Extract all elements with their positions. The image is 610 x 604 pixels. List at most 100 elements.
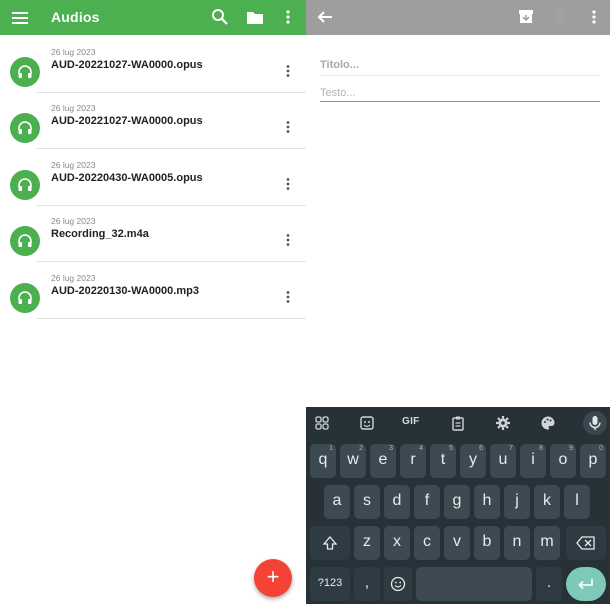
key-l[interactable]: l bbox=[564, 485, 590, 519]
key-label: y bbox=[469, 451, 477, 468]
key-d[interactable]: d bbox=[384, 485, 410, 519]
key-hint: 8 bbox=[539, 445, 543, 452]
key-b[interactable]: b bbox=[474, 526, 500, 560]
audio-date: 26 lug 2023 bbox=[51, 216, 96, 226]
shift-icon bbox=[322, 536, 338, 550]
audio-list-item[interactable]: 26 lug 2023 AUD-20221027-WA0000.opus bbox=[0, 37, 306, 93]
key-label: o bbox=[558, 451, 568, 468]
apps-grid-icon[interactable] bbox=[314, 415, 330, 431]
palette-icon[interactable] bbox=[540, 415, 556, 431]
more-vert-icon[interactable] bbox=[281, 64, 295, 78]
note-body-input[interactable] bbox=[320, 84, 600, 102]
key-g[interactable]: g bbox=[444, 485, 470, 519]
key-a[interactable]: a bbox=[324, 485, 350, 519]
divider bbox=[36, 261, 306, 262]
key-x[interactable]: x bbox=[384, 526, 410, 560]
back-arrow-icon[interactable] bbox=[316, 8, 334, 26]
audio-list-item[interactable]: 26 lug 2023 Recording_32.m4a bbox=[0, 206, 306, 262]
key-label: w bbox=[347, 451, 359, 468]
key-hint: 5 bbox=[449, 445, 453, 452]
mic-icon[interactable] bbox=[583, 411, 607, 435]
audios-pane: Audios 26 lug 2023 AUD-20221027-WA0000.o… bbox=[0, 0, 306, 604]
emoji-key[interactable] bbox=[384, 567, 412, 601]
audio-list-item[interactable]: 26 lug 2023 AUD-20220130-WA0000.mp3 bbox=[0, 263, 306, 319]
shift-key[interactable] bbox=[310, 526, 350, 560]
key-label: r bbox=[410, 451, 416, 468]
key-z[interactable]: z bbox=[354, 526, 380, 560]
key-hint: 4 bbox=[419, 445, 423, 452]
audio-date: 26 lug 2023 bbox=[51, 273, 96, 283]
key-e[interactable]: e3 bbox=[370, 444, 396, 478]
key-f[interactable]: f bbox=[414, 485, 440, 519]
folder-icon[interactable] bbox=[246, 8, 264, 26]
headphones-icon bbox=[10, 170, 40, 200]
audios-app-bar: Audios bbox=[0, 0, 306, 35]
key-label: i bbox=[531, 451, 535, 468]
key-r[interactable]: r4 bbox=[400, 444, 426, 478]
audio-list-item[interactable]: 26 lug 2023 AUD-20220430-WA0005.opus bbox=[0, 150, 306, 206]
more-vert-icon[interactable] bbox=[281, 177, 295, 191]
audio-filename: AUD-20220130-WA0000.mp3 bbox=[51, 285, 199, 297]
editor-app-bar bbox=[306, 0, 610, 35]
headphones-icon bbox=[10, 57, 40, 87]
sticker-icon[interactable] bbox=[359, 415, 375, 431]
space-bar[interactable] bbox=[416, 567, 532, 601]
more-vert-icon[interactable] bbox=[281, 290, 295, 304]
menu-icon[interactable] bbox=[10, 8, 30, 28]
key-m[interactable]: m bbox=[534, 526, 560, 560]
divider bbox=[36, 318, 306, 319]
key-hint: 3 bbox=[389, 445, 393, 452]
key-i[interactable]: i8 bbox=[520, 444, 546, 478]
screen: Audios 26 lug 2023 AUD-20221027-WA0000.o… bbox=[0, 0, 610, 604]
headphones-icon bbox=[10, 113, 40, 143]
key-label: t bbox=[440, 451, 446, 468]
backspace-icon bbox=[576, 536, 595, 550]
more-vert-icon[interactable] bbox=[281, 8, 295, 26]
headphones-icon bbox=[10, 283, 40, 313]
key-hint: 6 bbox=[479, 445, 483, 452]
key-u[interactable]: u7 bbox=[490, 444, 516, 478]
key-j[interactable]: j bbox=[504, 485, 530, 519]
key-hint: 9 bbox=[569, 445, 573, 452]
key-w[interactable]: w2 bbox=[340, 444, 366, 478]
archive-icon[interactable] bbox=[518, 8, 534, 24]
keyboard-toolbar: GIF bbox=[306, 407, 610, 439]
key-label: u bbox=[498, 451, 508, 468]
settings-icon[interactable] bbox=[495, 415, 511, 431]
symbols-key[interactable]: ?123 bbox=[310, 567, 350, 601]
more-vert-icon[interactable] bbox=[281, 233, 295, 247]
key-label: p bbox=[588, 451, 598, 468]
key-h[interactable]: h bbox=[474, 485, 500, 519]
audio-filename: Recording_32.m4a bbox=[51, 228, 149, 240]
key-v[interactable]: v bbox=[444, 526, 470, 560]
period-key[interactable]: . bbox=[536, 567, 562, 601]
audio-filename: AUD-20220430-WA0005.opus bbox=[51, 172, 203, 184]
clipboard-icon[interactable] bbox=[450, 415, 466, 431]
audio-filename: AUD-20221027-WA0000.opus bbox=[51, 115, 203, 127]
more-vert-icon[interactable] bbox=[281, 120, 295, 134]
audio-date: 26 lug 2023 bbox=[51, 103, 96, 113]
key-o[interactable]: o9 bbox=[550, 444, 576, 478]
key-hint: 1 bbox=[329, 445, 333, 452]
add-fab-button[interactable]: + bbox=[254, 559, 292, 597]
more-vert-icon[interactable] bbox=[588, 8, 600, 26]
delete-icon[interactable] bbox=[554, 8, 568, 24]
key-k[interactable]: k bbox=[534, 485, 560, 519]
key-c[interactable]: c bbox=[414, 526, 440, 560]
gif-button[interactable]: GIF bbox=[402, 416, 420, 427]
key-label: q bbox=[318, 451, 328, 468]
backspace-key[interactable] bbox=[566, 526, 606, 560]
audio-list-item[interactable]: 26 lug 2023 AUD-20221027-WA0000.opus bbox=[0, 93, 306, 149]
note-title-input[interactable] bbox=[320, 54, 600, 76]
key-s[interactable]: s bbox=[354, 485, 380, 519]
search-icon[interactable] bbox=[211, 8, 229, 26]
comma-key[interactable]: , bbox=[354, 567, 380, 601]
key-p[interactable]: p0 bbox=[580, 444, 606, 478]
key-n[interactable]: n bbox=[504, 526, 530, 560]
enter-icon bbox=[578, 579, 593, 590]
key-q[interactable]: q1 bbox=[310, 444, 336, 478]
audio-date: 26 lug 2023 bbox=[51, 160, 96, 170]
enter-key[interactable] bbox=[566, 567, 606, 601]
key-t[interactable]: t5 bbox=[430, 444, 456, 478]
key-y[interactable]: y6 bbox=[460, 444, 486, 478]
